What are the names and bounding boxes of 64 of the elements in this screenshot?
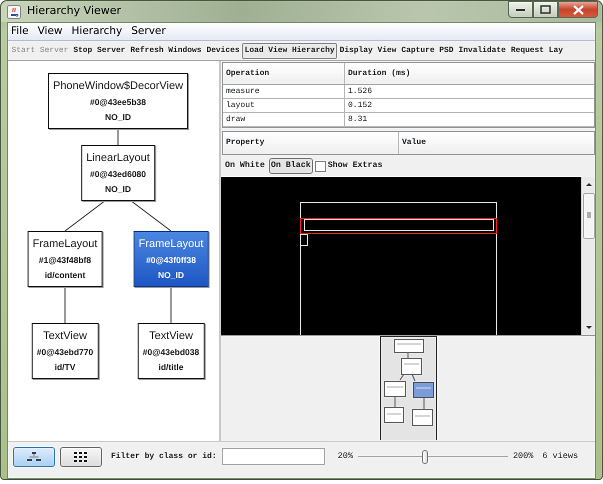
- java-icon: [7, 4, 21, 18]
- node-class-name: PhoneWindow$DecorView: [52, 78, 184, 94]
- zoom-max-label: 200%: [512, 450, 534, 463]
- view-node[interactable]: TextView #0@43ebd038 id/title: [138, 323, 204, 379]
- connector-line: [64, 286, 66, 324]
- table-cell-text: layout: [225, 100, 255, 112]
- connector-line: [64, 200, 106, 232]
- slider-thumb[interactable]: [422, 450, 428, 464]
- view-node[interactable]: FrameLayout #0@43f0ff38 NO_ID: [134, 231, 208, 287]
- grid-icon: [74, 452, 88, 462]
- table-cell-text: draw: [225, 114, 246, 126]
- node-class-name: TextView: [149, 328, 193, 344]
- menu-item[interactable]: File: [11, 24, 29, 40]
- node-id: NO_ID: [105, 182, 131, 196]
- menu-item[interactable]: View: [38, 24, 62, 40]
- column-header: Duration (ms): [347, 68, 410, 78]
- node-id: id/content: [44, 268, 86, 282]
- window-title: Hierarchy Viewer: [27, 3, 122, 20]
- filter-field[interactable]: [222, 448, 325, 465]
- node-class-name: FrameLayout: [32, 236, 98, 252]
- connector-line: [170, 286, 172, 324]
- minimize-icon: [516, 8, 526, 12]
- node-address: #0@43f0ff38: [146, 254, 196, 266]
- view-node[interactable]: TextView #0@43ebd770 id/TV: [32, 323, 98, 379]
- table-cell-text: 0.152: [347, 100, 372, 110]
- view-mode-button[interactable]: [60, 446, 102, 466]
- zoom-min-label: 20%: [338, 450, 353, 463]
- node-id: NO_ID: [105, 110, 131, 124]
- column-header: Value: [401, 138, 426, 147]
- column-header: Property: [225, 137, 264, 149]
- node-class-name: FrameLayout: [138, 236, 204, 252]
- tree-icon: [26, 452, 42, 462]
- node-address: #0@43ed6080: [90, 168, 146, 180]
- node-address: #0@43ebd038: [142, 346, 200, 358]
- table-cell-text: 8.31: [347, 114, 368, 124]
- menu-item[interactable]: Server: [131, 24, 166, 40]
- menu-item[interactable]: Hierarchy: [72, 24, 122, 40]
- show-extras-checkbox[interactable]: [314, 160, 326, 172]
- maximize-icon: [540, 5, 551, 14]
- node-id: id/TV: [54, 360, 76, 374]
- close-button[interactable]: [558, 1, 598, 18]
- column-header: Operation: [225, 68, 270, 80]
- checkbox-label: Show Extras: [328, 160, 382, 172]
- view-count: 6 views: [542, 450, 578, 463]
- node-address: #0@43ebd770: [36, 346, 94, 358]
- view-mode-button[interactable]: [13, 446, 55, 466]
- minimize-button[interactable]: [508, 1, 533, 18]
- filter-label: Filter by class or id:: [111, 450, 217, 462]
- maximize-button[interactable]: [533, 1, 558, 18]
- node-id: id/title: [158, 360, 184, 374]
- background-toggle[interactable]: On White: [223, 158, 267, 174]
- node-class-name: TextView: [43, 328, 87, 344]
- node-address: #0@43ee5b38: [90, 96, 146, 108]
- node-class-name: LinearLayout: [86, 150, 150, 166]
- close-icon: [572, 4, 584, 14]
- background-toggle[interactable]: On Black: [268, 158, 313, 174]
- connector-line: [130, 200, 172, 232]
- node-id: NO_ID: [158, 268, 184, 282]
- view-node[interactable]: LinearLayout #0@43ed6080 NO_ID: [81, 145, 155, 201]
- table-cell-text: measure: [225, 86, 260, 98]
- table-cell-text: 1.526: [347, 86, 372, 96]
- view-node[interactable]: FrameLayout #1@43f48bf8 id/content: [28, 231, 102, 287]
- node-address: #1@43f48bf8: [38, 254, 92, 266]
- view-node[interactable]: PhoneWindow$DecorView #0@43ee5b38 NO_ID: [48, 73, 188, 129]
